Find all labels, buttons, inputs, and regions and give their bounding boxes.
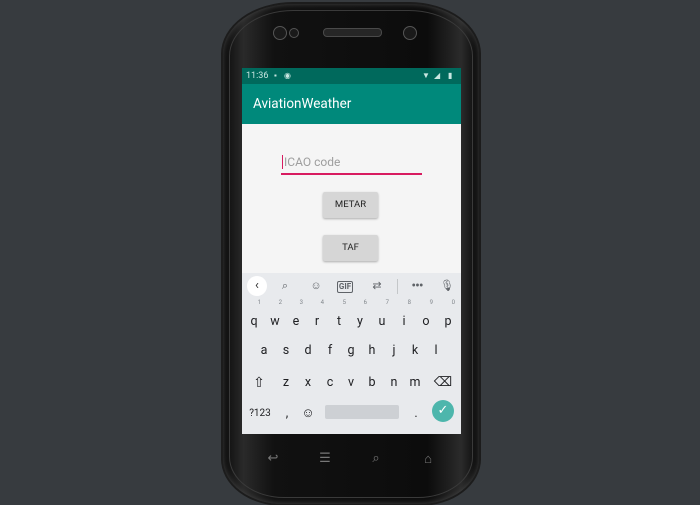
more-icon[interactable]: ••• (407, 277, 427, 295)
menu-nav-icon[interactable]: ☰ (315, 451, 335, 466)
status-time: 11:36 (246, 71, 269, 81)
key-a[interactable]: a (254, 336, 274, 364)
key-row-2: a s d f g h j k l (242, 336, 461, 366)
device-screen: 11:36 ▪ ◉ ▼ ◢ ▮ AviationWeather ICAO cod… (242, 68, 461, 434)
key-y[interactable]: y6 (350, 299, 370, 335)
key-u[interactable]: u7 (372, 299, 392, 335)
key-r[interactable]: r4 (307, 299, 327, 335)
key-j[interactable]: j (384, 336, 404, 364)
key-comma[interactable]: , (277, 399, 297, 427)
light-sensor-icon (403, 26, 417, 40)
key-i[interactable]: i8 (394, 299, 414, 335)
enter-check-icon[interactable]: ✓ (432, 400, 454, 422)
key-period[interactable]: . (406, 399, 426, 427)
key-h[interactable]: h (362, 336, 382, 364)
key-e[interactable]: e3 (286, 299, 306, 335)
key-z[interactable]: z (276, 368, 296, 396)
search-nav-icon[interactable]: ⌕ (366, 451, 386, 466)
mic-icon[interactable]: 🎙 (437, 277, 457, 295)
key-c[interactable]: c (320, 368, 340, 396)
key-row-1: q1 w2 e3 r4 t5 y6 u7 i8 o9 p0 (242, 299, 461, 337)
wifi-icon: ▼ (422, 71, 430, 80)
backspace-icon[interactable]: ⌫ (433, 368, 453, 396)
key-g[interactable]: g (341, 336, 361, 364)
toolbar-divider (397, 279, 398, 294)
key-k[interactable]: k (405, 336, 425, 364)
keyboard-toolbar: ‹ ⌕ ☺ GIF ⇄ ••• 🎙 (242, 273, 461, 299)
key-p[interactable]: p0 (438, 299, 458, 335)
signal-icon: ◢ (434, 71, 441, 80)
key-w[interactable]: w2 (265, 299, 285, 335)
earpiece-speaker (323, 28, 382, 37)
app-bar: AviationWeather (242, 84, 461, 124)
app-title: AviationWeather (253, 96, 352, 112)
shift-icon[interactable]: ⇧ (249, 368, 269, 396)
text-cursor (282, 155, 283, 169)
key-f[interactable]: f (320, 336, 340, 364)
icao-placeholder: ICAO code (284, 155, 341, 169)
key-l[interactable]: l (426, 336, 446, 364)
key-m[interactable]: m (405, 368, 425, 396)
home-nav-icon[interactable]: ⌂ (418, 451, 438, 467)
key-x[interactable]: x (298, 368, 318, 396)
key-row-4: ?123 , ☺ . ✓ (242, 399, 461, 429)
key-d[interactable]: d (298, 336, 318, 364)
back-icon[interactable]: ‹ (247, 276, 267, 296)
emoji-icon[interactable]: ☺ (298, 399, 318, 427)
key-t[interactable]: t5 (329, 299, 349, 335)
key-q[interactable]: q1 (244, 299, 264, 335)
soft-keyboard: ‹ ⌕ ☺ GIF ⇄ ••• 🎙 q1 w2 e3 r4 t5 y6 u7 i… (242, 273, 461, 434)
translate-icon[interactable]: ⇄ (367, 277, 387, 295)
battery-icon: ▮ (448, 71, 453, 80)
taf-button[interactable]: TAF (323, 235, 378, 261)
status-bar: 11:36 ▪ ◉ ▼ ◢ ▮ (242, 68, 461, 84)
sync-icon: ◉ (284, 71, 291, 80)
key-b[interactable]: b (362, 368, 382, 396)
search-icon[interactable]: ⌕ (275, 277, 295, 295)
back-nav-icon[interactable]: ↩ (263, 451, 283, 466)
key-o[interactable]: o9 (416, 299, 436, 335)
sticker-icon[interactable]: ☺ (306, 277, 326, 295)
proximity-sensor-icon (289, 28, 299, 38)
key-v[interactable]: v (341, 368, 361, 396)
key-s[interactable]: s (276, 336, 296, 364)
key-row-3: ⇧ z x c v b n m ⌫ (242, 368, 461, 398)
front-camera-icon (273, 26, 287, 40)
symbols-key[interactable]: ?123 (247, 399, 273, 427)
sd-card-icon: ▪ (274, 71, 277, 80)
key-n[interactable]: n (384, 368, 404, 396)
spacebar[interactable] (325, 405, 399, 419)
metar-button[interactable]: METAR (323, 192, 378, 218)
icao-code-input[interactable]: ICAO code (281, 155, 422, 175)
gif-icon[interactable]: GIF (337, 281, 353, 293)
